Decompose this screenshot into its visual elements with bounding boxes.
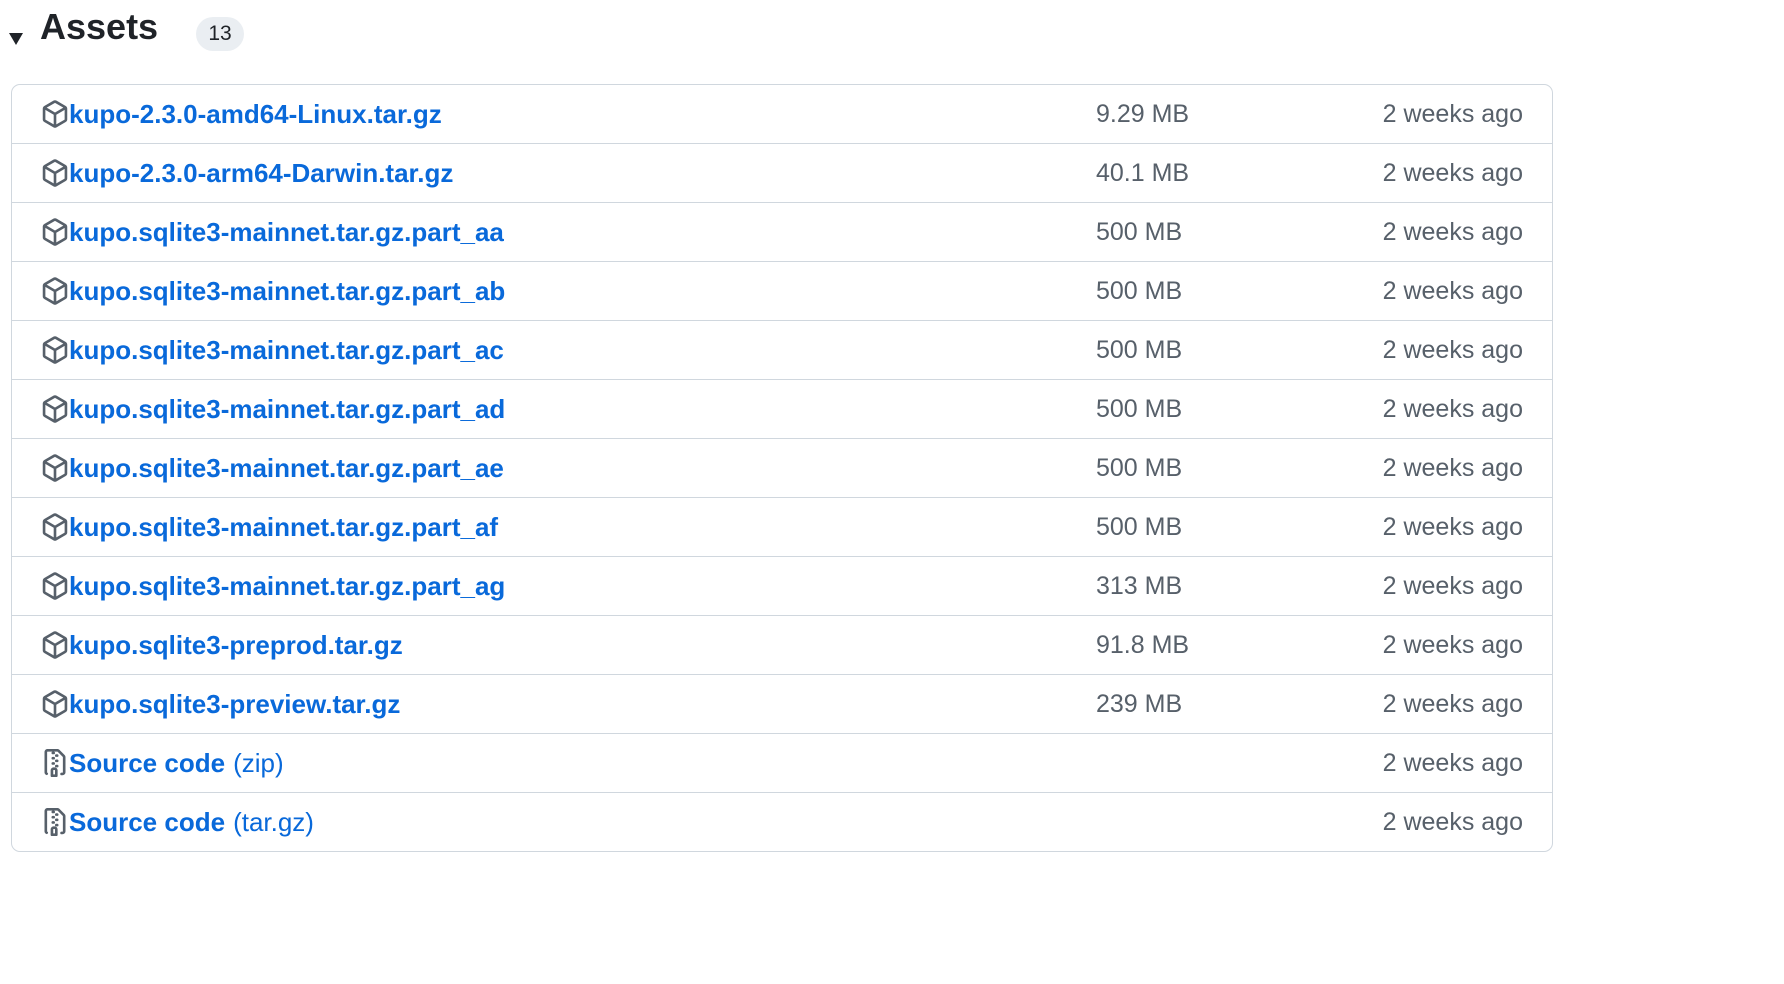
asset-row: Source code (tar.gz) 2 weeks ago xyxy=(12,792,1552,851)
asset-download-link[interactable]: kupo.sqlite3-preview.tar.gz xyxy=(69,687,400,721)
assets-title: Assets xyxy=(40,6,159,47)
asset-size: 313 MB xyxy=(1096,572,1183,600)
asset-size: 500 MB xyxy=(1096,395,1183,423)
asset-size: 500 MB xyxy=(1096,277,1183,305)
asset-size: 239 MB xyxy=(1096,690,1183,718)
asset-download-link[interactable]: kupo.sqlite3-mainnet.tar.gz.part_ad xyxy=(69,392,505,426)
file-zip-icon xyxy=(41,808,69,836)
asset-timestamp: 2 weeks ago xyxy=(1382,336,1523,364)
asset-row: kupo-2.3.0-amd64-Linux.tar.gz 9.29 MB 2 we… xyxy=(12,85,1552,143)
asset-list: kupo-2.3.0-amd64-Linux.tar.gz 9.29 MB 2 we… xyxy=(11,84,1553,852)
file-zip-icon xyxy=(41,749,69,777)
asset-download-link[interactable]: kupo.sqlite3-preprod.tar.gz xyxy=(69,628,403,662)
asset-download-link[interactable]: kupo-2.3.0-arm64-Darwin.tar.gz xyxy=(69,156,453,190)
asset-row: kupo.sqlite3-mainnet.tar.gz.part_ad 500 M… xyxy=(12,379,1552,438)
asset-timestamp: 2 weeks ago xyxy=(1382,808,1523,836)
package-icon xyxy=(41,395,69,423)
asset-name: kupo.sqlite3-mainnet.tar.gz.part_ab xyxy=(69,276,506,306)
asset-ext: (tar.gz) xyxy=(233,807,314,837)
asset-name: Source code xyxy=(69,807,226,837)
package-icon xyxy=(41,690,69,718)
asset-download-link[interactable]: kupo.sqlite3-mainnet.tar.gz.part_af xyxy=(69,510,498,544)
asset-name: kupo.sqlite3-mainnet.tar.gz.part_aa xyxy=(69,217,504,247)
asset-size: 500 MB xyxy=(1096,454,1183,482)
asset-timestamp: 2 weeks ago xyxy=(1382,690,1523,718)
asset-download-link[interactable]: kupo.sqlite3-mainnet.tar.gz.part_aa xyxy=(69,215,504,249)
caret-down-icon[interactable] xyxy=(9,33,23,45)
asset-name: kupo-2.3.0-amd64-Linux.tar.gz xyxy=(69,99,442,129)
package-icon xyxy=(41,336,69,364)
asset-ext: (zip) xyxy=(233,748,284,778)
asset-row: kupo.sqlite3-preview.tar.gz 239 MB 2 weeks… xyxy=(12,674,1552,733)
asset-timestamp: 2 weeks ago xyxy=(1382,395,1523,423)
asset-row: kupo.sqlite3-preprod.tar.gz 91.8 MB 2 week… xyxy=(12,615,1552,674)
asset-timestamp: 2 weeks ago xyxy=(1382,100,1523,128)
asset-download-link[interactable]: kupo.sqlite3-mainnet.tar.gz.part_ac xyxy=(69,333,504,367)
package-icon xyxy=(41,277,69,305)
asset-timestamp: 2 weeks ago xyxy=(1382,631,1523,659)
asset-download-link[interactable]: Source code (tar.gz) xyxy=(69,805,314,839)
asset-size: 500 MB xyxy=(1096,336,1183,364)
package-icon xyxy=(41,218,69,246)
asset-size: 500 MB xyxy=(1096,513,1183,541)
asset-timestamp: 2 weeks ago xyxy=(1382,277,1523,305)
asset-name: kupo.sqlite3-mainnet.tar.gz.part_af xyxy=(69,512,499,542)
asset-name: kupo.sqlite3-preprod.tar.gz xyxy=(69,630,403,660)
package-icon xyxy=(41,631,69,659)
asset-row: Source code (zip) 2 weeks ago xyxy=(12,733,1552,792)
asset-download-link[interactable]: kupo-2.3.0-amd64-Linux.tar.gz xyxy=(69,97,442,131)
asset-size: 40.1 MB xyxy=(1096,159,1190,187)
package-icon xyxy=(41,159,69,187)
asset-size: 91.8 MB xyxy=(1096,631,1190,659)
asset-download-link[interactable]: kupo.sqlite3-mainnet.tar.gz.part_ab xyxy=(69,274,505,308)
asset-timestamp: 2 weeks ago xyxy=(1382,218,1523,246)
asset-row: kupo.sqlite3-mainnet.tar.gz.part_ac 500 M… xyxy=(12,320,1552,379)
asset-download-link[interactable]: kupo.sqlite3-mainnet.tar.gz.part_ag xyxy=(69,569,505,603)
asset-name: kupo.sqlite3-preview.tar.gz xyxy=(69,689,401,719)
asset-timestamp: 2 weeks ago xyxy=(1382,513,1523,541)
asset-row: kupo.sqlite3-mainnet.tar.gz.part_ab 500 M… xyxy=(12,261,1552,320)
asset-row: kupo.sqlite3-mainnet.tar.gz.part_af 500 M… xyxy=(12,497,1552,556)
asset-name: kupo.sqlite3-mainnet.tar.gz.part_ad xyxy=(69,394,506,424)
asset-row: kupo.sqlite3-mainnet.tar.gz.part_aa 500 M… xyxy=(12,202,1552,261)
asset-timestamp: 2 weeks ago xyxy=(1382,572,1523,600)
package-icon xyxy=(41,100,69,128)
asset-timestamp: 2 weeks ago xyxy=(1382,749,1523,777)
asset-name: kupo-2.3.0-arm64-Darwin.tar.gz xyxy=(69,158,454,188)
asset-row: kupo.sqlite3-mainnet.tar.gz.part_ae 500 M… xyxy=(12,438,1552,497)
asset-size: 9.29 MB xyxy=(1096,100,1190,128)
asset-row: kupo-2.3.0-arm64-Darwin.tar.gz 40.1 MB 2 w… xyxy=(12,143,1552,202)
assets-count-badge: 13 xyxy=(196,17,244,51)
asset-size: 500 MB xyxy=(1096,218,1183,246)
package-icon xyxy=(41,513,69,541)
asset-row: kupo.sqlite3-mainnet.tar.gz.part_ag 313 M… xyxy=(12,556,1552,615)
package-icon xyxy=(41,454,69,482)
asset-name: kupo.sqlite3-mainnet.tar.gz.part_ae xyxy=(69,453,504,483)
asset-timestamp: 2 weeks ago xyxy=(1382,454,1523,482)
asset-timestamp: 2 weeks ago xyxy=(1382,159,1523,187)
asset-download-link[interactable]: kupo.sqlite3-mainnet.tar.gz.part_ae xyxy=(69,451,504,485)
asset-name: kupo.sqlite3-mainnet.tar.gz.part_ag xyxy=(69,571,506,601)
asset-name: Source code xyxy=(69,748,226,778)
package-icon xyxy=(41,572,69,600)
asset-name: kupo.sqlite3-mainnet.tar.gz.part_ac xyxy=(69,335,504,365)
asset-download-link[interactable]: Source code (zip) xyxy=(69,746,284,780)
